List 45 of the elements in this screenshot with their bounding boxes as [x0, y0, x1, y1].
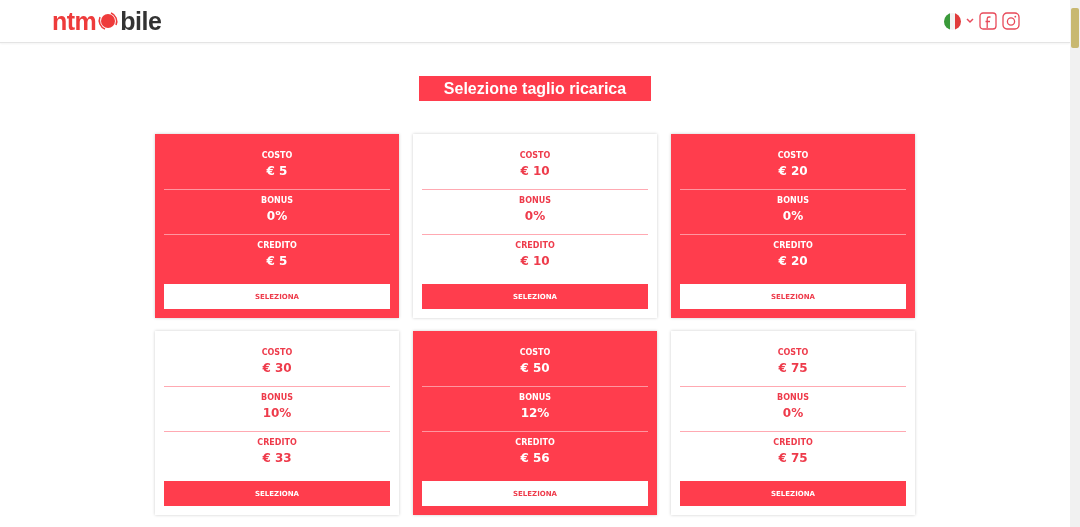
field-label: COSTO: [519, 347, 551, 358]
field-label: COSTO: [777, 150, 809, 161]
field-label: CREDITO: [515, 437, 555, 448]
field-value: € 30: [262, 360, 292, 376]
field-label: BONUS: [519, 392, 551, 403]
scrollbar[interactable]: [1070, 0, 1080, 527]
logo-text: bile: [120, 6, 162, 36]
field-label: BONUS: [777, 392, 809, 403]
field-label: BONUS: [519, 195, 551, 206]
field-label: CREDITO: [257, 437, 297, 448]
field-value: € 50: [520, 360, 550, 376]
field-label: CREDITO: [773, 437, 813, 448]
field-label: COSTO: [519, 150, 551, 161]
field-value: 12%: [520, 405, 550, 421]
logo-text: ntm: [52, 6, 97, 36]
facebook-icon[interactable]: [979, 12, 997, 30]
field-label: CREDITO: [257, 240, 297, 251]
chevron-down-icon[interactable]: [966, 18, 974, 24]
field-label: CREDITO: [773, 240, 813, 251]
field-value: 10%: [262, 405, 292, 421]
field-value: 0%: [524, 208, 546, 224]
field-value: 0%: [782, 208, 804, 224]
field-value: € 56: [520, 450, 550, 466]
field-label: BONUS: [777, 195, 809, 206]
field-label: CREDITO: [515, 240, 555, 251]
field-value: € 5: [266, 163, 288, 179]
instagram-icon[interactable]: [1002, 12, 1020, 30]
field-value: € 10: [520, 163, 550, 179]
field-value: € 75: [778, 450, 808, 466]
field-value: € 33: [262, 450, 292, 466]
field-label: COSTO: [261, 347, 293, 358]
page-title: Selezione taglio ricarica: [418, 76, 652, 101]
logo-circle-icon: [97, 10, 120, 32]
field-label: COSTO: [261, 150, 293, 161]
field-value: 0%: [266, 208, 288, 224]
field-label: BONUS: [261, 195, 293, 206]
field-label: COSTO: [777, 347, 809, 358]
field-value: € 5: [266, 253, 288, 269]
field-value: € 10: [520, 253, 550, 269]
italy-flag-icon[interactable]: [944, 12, 961, 30]
field-value: € 75: [778, 360, 808, 376]
field-label: BONUS: [261, 392, 293, 403]
field-value: 0%: [782, 405, 804, 421]
field-value: € 20: [778, 253, 808, 269]
field-value: € 20: [778, 163, 808, 179]
